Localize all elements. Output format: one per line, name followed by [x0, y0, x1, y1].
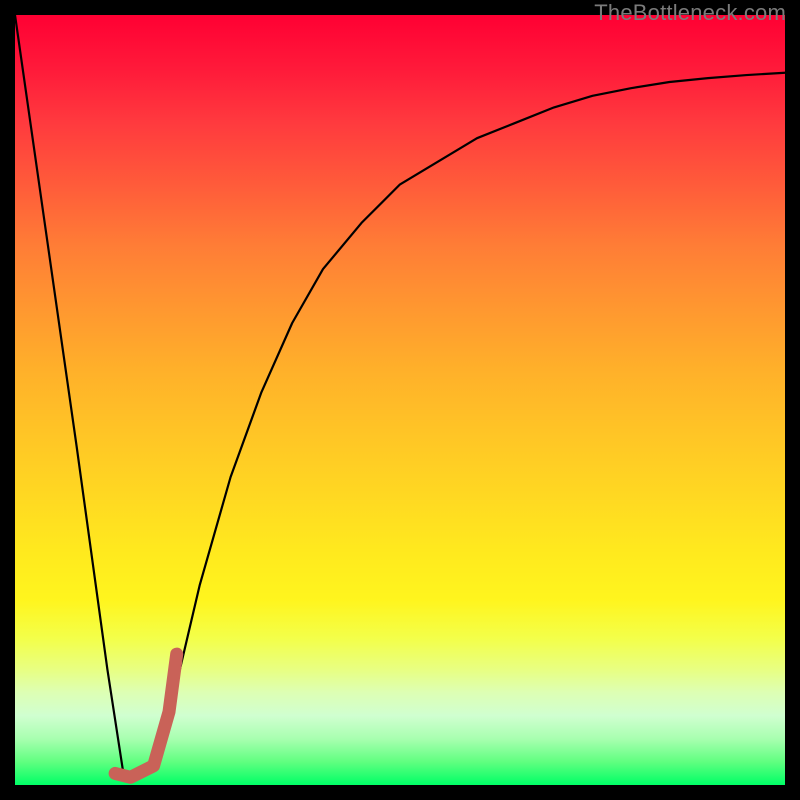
chart-plot-area	[15, 15, 785, 785]
chart-svg	[15, 15, 785, 785]
bottleneck-curve	[15, 15, 785, 777]
highlight-segment	[115, 654, 177, 777]
watermark-label: TheBottleneck.com	[594, 0, 786, 26]
chart-frame: TheBottleneck.com	[0, 0, 800, 800]
